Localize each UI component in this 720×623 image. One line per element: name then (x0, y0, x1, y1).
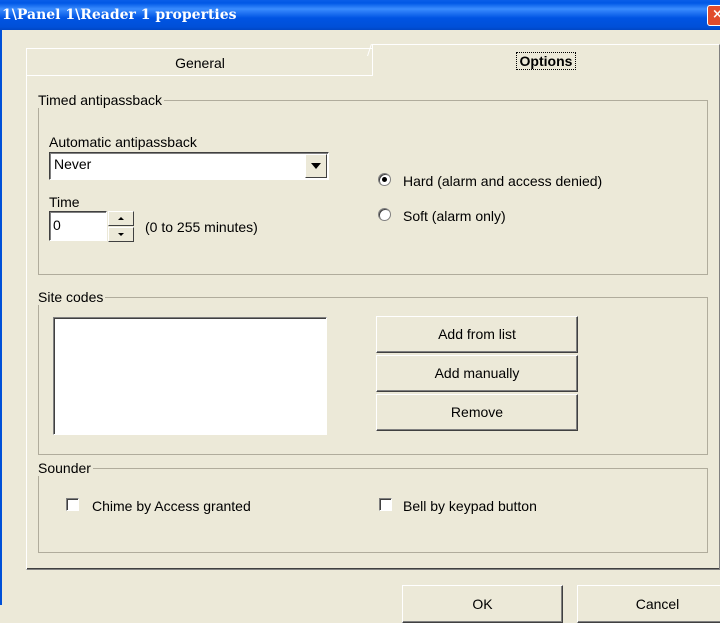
remove-button[interactable]: Remove (376, 394, 578, 431)
site-codes-list[interactable] (53, 317, 327, 435)
tab-general[interactable]: General (26, 48, 374, 76)
radio-soft-label: Soft (alarm only) (403, 208, 506, 224)
timed-antipassback-group: Timed antipassback Automatic antipassbac… (38, 92, 708, 275)
spin-up-icon[interactable] (108, 211, 134, 226)
bell-checkbox-label: Bell by keypad button (403, 498, 537, 514)
spin-down-icon[interactable] (108, 227, 134, 242)
window-title: 1\Panel 1\Reader 1 properties (2, 7, 237, 23)
title-bar[interactable]: 1\Panel 1\Reader 1 properties × (0, 0, 720, 30)
tab-options[interactable]: Options (372, 44, 720, 76)
automatic-antipassback-value: Never (54, 156, 92, 172)
time-label: Time (49, 194, 80, 210)
timed-antipassback-legend: Timed antipassback (38, 92, 164, 108)
time-range-hint: (0 to 255 minutes) (145, 219, 258, 235)
tab-general-label: General (175, 55, 225, 71)
chime-checkbox-label: Chime by Access granted (92, 498, 251, 514)
options-panel: Timed antipassback Automatic antipassbac… (26, 76, 720, 570)
sounder-group: Sounder Chime by Access granted Bell by … (38, 460, 708, 553)
bell-checkbox-box[interactable] (379, 498, 392, 511)
cancel-button[interactable]: Cancel (577, 585, 720, 623)
sounder-legend: Sounder (38, 460, 93, 476)
window-left-border (0, 30, 2, 605)
radio-soft-button[interactable] (378, 208, 391, 221)
close-icon[interactable]: × (707, 5, 720, 26)
radio-hard-button[interactable] (378, 173, 391, 186)
add-from-list-button[interactable]: Add from list (376, 316, 578, 353)
chime-checkbox-box[interactable] (66, 498, 79, 511)
tab-options-label: Options (515, 52, 577, 70)
time-input[interactable]: 0 (49, 211, 107, 241)
site-codes-group: Site codes Add from list Add manually Re… (38, 289, 708, 455)
add-manually-button[interactable]: Add manually (376, 355, 578, 392)
time-value: 0 (53, 217, 61, 233)
chevron-down-icon[interactable] (305, 154, 327, 178)
site-codes-legend: Site codes (38, 289, 106, 305)
radio-hard-label: Hard (alarm and access denied) (403, 173, 603, 189)
automatic-antipassback-select[interactable]: Never (49, 152, 329, 180)
ok-button[interactable]: OK (402, 585, 563, 623)
automatic-antipassback-label: Automatic antipassback (49, 134, 197, 150)
